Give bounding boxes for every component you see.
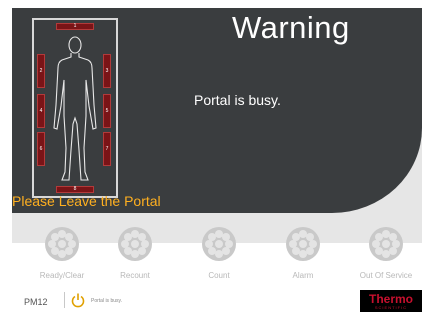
recount-button[interactable]: Recount (95, 226, 175, 284)
detector-zone-6: 6 (37, 132, 45, 166)
count-label: Count (208, 271, 230, 280)
detector-ring-icon (118, 227, 152, 261)
detector-zone-4: 4 (37, 94, 45, 128)
recount-label: Recount (120, 271, 150, 280)
detector-zone-7: 7 (103, 132, 111, 166)
logo-sub-text: SCIENTIFIC (374, 305, 408, 310)
detector-zone-1: 1 (56, 23, 94, 30)
thermo-scientific-logo: Thermo SCIENTIFIC (360, 290, 422, 312)
alarm-label: Alarm (292, 271, 314, 280)
device-id: PM12 (24, 297, 48, 307)
detector-ring-icon (45, 227, 79, 261)
detector-ring-icon (286, 227, 320, 261)
out-of-service-label: Out Of Service (359, 271, 413, 280)
portal-monitor-screen: 1 2 3 4 5 6 7 8 Warning Portal is busy. … (0, 0, 424, 313)
out-of-service-button[interactable]: Out Of Service (346, 226, 424, 284)
ready-clear-label: Ready/Clear (39, 271, 85, 280)
warning-title: Warning (232, 10, 350, 45)
ready-clear-button[interactable]: Ready/Clear (22, 226, 102, 284)
detector-ring-icon (202, 227, 236, 261)
warning-panel: 1 2 3 4 5 6 7 8 Warning Portal is busy. … (12, 8, 422, 213)
status-divider (64, 292, 65, 308)
alarm-button[interactable]: Alarm (263, 226, 343, 284)
power-icon[interactable] (70, 292, 86, 308)
status-message: Portal is busy. (194, 92, 281, 108)
count-button[interactable]: Count (179, 226, 259, 284)
detector-zone-8: 8 (56, 186, 94, 193)
status-bar-text: Portal is busy. (91, 298, 123, 304)
body-diagram: 1 2 3 4 5 6 7 8 (32, 18, 118, 198)
detector-zone-3: 3 (103, 54, 111, 88)
leave-portal-instruction: Please Leave the Portal (12, 193, 161, 209)
detector-ring-icon (369, 227, 403, 261)
detector-zone-2: 2 (37, 54, 45, 88)
detector-zone-5: 5 (103, 94, 111, 128)
logo-main-text: Thermo (368, 292, 413, 306)
